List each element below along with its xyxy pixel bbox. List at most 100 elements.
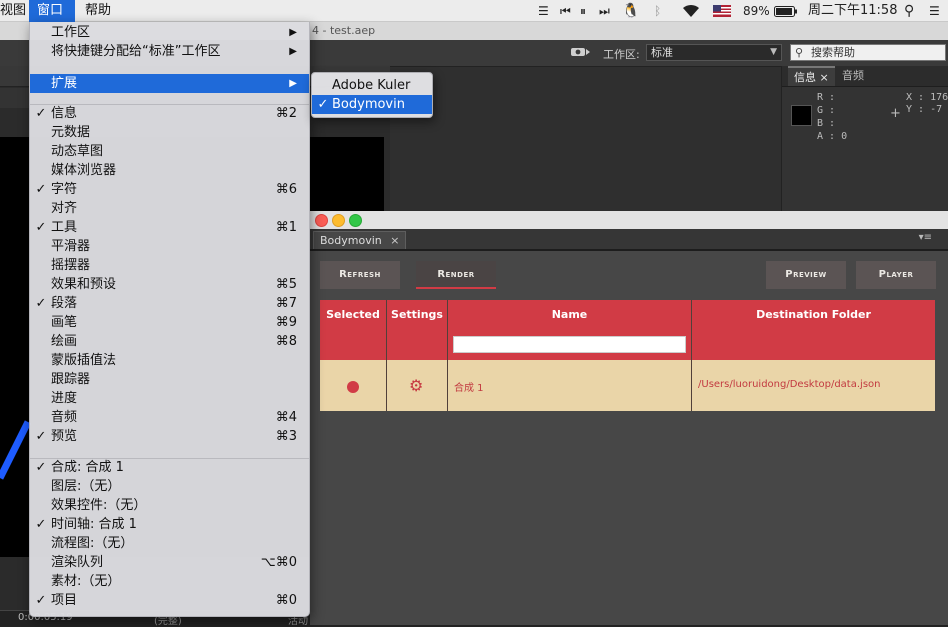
player-button[interactable]: Player bbox=[856, 261, 936, 289]
maximize-window-icon[interactable] bbox=[349, 214, 362, 227]
minimize-window-icon[interactable] bbox=[332, 214, 345, 227]
menu-item-label: 图层:（无） bbox=[51, 479, 121, 494]
menu-item-label: 动态草图 bbox=[51, 144, 104, 159]
menu-lines-icon[interactable]: ☰ bbox=[538, 0, 549, 22]
menu-item-29[interactable]: 渲染队列 ⌥⌘0 bbox=[30, 553, 309, 572]
search-icon[interactable]: ⚲ bbox=[904, 0, 914, 22]
panel-menu-icon[interactable]: ▾≡ bbox=[919, 232, 932, 243]
battery-icon[interactable] bbox=[774, 6, 798, 17]
menu-item-1[interactable]: 将快捷键分配给“标准”工作区 ▶ bbox=[30, 42, 309, 61]
menu-item-10[interactable]: 对齐 bbox=[30, 199, 309, 218]
menu-item-0[interactable]: 工作区 ▶ bbox=[30, 23, 309, 42]
menu-item-9[interactable]: ✓ 字符 ⌘6 bbox=[30, 180, 309, 199]
checkmark-icon: ✓ bbox=[35, 460, 47, 475]
selected-dot-icon[interactable] bbox=[347, 381, 359, 393]
menu-item-19[interactable]: 跟踪器 bbox=[30, 370, 309, 389]
menu-item-17[interactable]: 绘画 ⌘8 bbox=[30, 332, 309, 351]
pause-icon[interactable]: ⏸ bbox=[580, 0, 586, 22]
clock[interactable]: 周二下午11:58 bbox=[808, 0, 897, 22]
window-menu: 工作区 ▶ 将快捷键分配给“标准”工作区 ▶ 扩展 ▶ ✓ 信息 ⌘2 元数据 动态草图 媒体浏览器 ✓… bbox=[29, 22, 310, 617]
menu-item-18[interactable]: 蒙版插值法 bbox=[30, 351, 309, 370]
menu-item-label: 素材:（无） bbox=[51, 574, 121, 589]
menu-item-label: 音频 bbox=[51, 410, 78, 425]
submenu-item-adobe-kuler[interactable]: Adobe Kuler bbox=[312, 76, 432, 95]
info-x: X : 176 bbox=[906, 92, 948, 103]
menu-item-5[interactable]: ✓ 信息 ⌘2 bbox=[30, 104, 309, 123]
checkmark-icon: ✓ bbox=[35, 182, 47, 197]
tab-audio[interactable]: 音频 bbox=[836, 66, 870, 86]
workspace-select[interactable]: 标准 ▼ bbox=[646, 44, 782, 61]
menu-item-13[interactable]: 摇摆器 bbox=[30, 256, 309, 275]
menu-item-16[interactable]: 画笔 ⌘9 bbox=[30, 313, 309, 332]
menu-item-22[interactable]: ✓ 预览 ⌘3 bbox=[30, 427, 309, 446]
workspace-sync-icon[interactable] bbox=[570, 45, 592, 59]
checkmark-icon: ✓ bbox=[35, 517, 47, 532]
bluetooth-icon[interactable]: ᛒ bbox=[654, 0, 661, 22]
tab-bodymovin-label: Bodymovin bbox=[320, 234, 382, 247]
header-destination: Destination Folder bbox=[692, 300, 935, 360]
row-destination-cell[interactable]: /Users/luoruidong/Desktop/data.json bbox=[692, 360, 935, 411]
compositions-table: Selected Settings Name Destination Folde… bbox=[320, 300, 935, 411]
checkmark-icon: ✓ bbox=[35, 220, 47, 235]
menu-item-30[interactable]: 素材:（无） bbox=[30, 572, 309, 591]
menu-item-shortcut: ⌘6 bbox=[275, 182, 297, 197]
qq-icon[interactable]: 🐧 bbox=[622, 0, 639, 22]
menu-item-21[interactable]: 音频 ⌘4 bbox=[30, 408, 309, 427]
menu-item-14[interactable]: 效果和预设 ⌘5 bbox=[30, 275, 309, 294]
menu-item-24[interactable]: ✓ 合成: 合成 1 bbox=[30, 458, 309, 477]
menu-item-label: 摇摆器 bbox=[51, 258, 91, 273]
name-filter-input[interactable] bbox=[453, 336, 686, 353]
menu-item-shortcut: ⌘0 bbox=[275, 593, 297, 608]
menu-item-label: 工具 bbox=[51, 220, 78, 235]
menu-item-label: 流程图:（无） bbox=[51, 536, 134, 551]
wifi-icon[interactable] bbox=[681, 4, 701, 18]
submenu-item-label: Adobe Kuler bbox=[332, 78, 411, 93]
menu-item-label: 跟踪器 bbox=[51, 372, 91, 387]
row-settings-cell[interactable]: ⚙ bbox=[387, 360, 447, 411]
menu-item-label: 元数据 bbox=[51, 125, 91, 140]
menu-item-7[interactable]: 动态草图 bbox=[30, 142, 309, 161]
tab-info[interactable]: 信息 × bbox=[788, 66, 835, 86]
close-window-icon[interactable] bbox=[315, 214, 328, 227]
menu-item-12[interactable]: 平滑器 bbox=[30, 237, 309, 256]
settings-gear-icon[interactable]: ⚙ bbox=[409, 376, 423, 395]
menu-item-28[interactable]: 流程图:（无） bbox=[30, 534, 309, 553]
next-track-icon[interactable]: ⏭ bbox=[599, 0, 610, 22]
help-search-input[interactable]: ⚲ 搜索帮助 bbox=[790, 44, 946, 61]
preview-button[interactable]: Preview bbox=[766, 261, 846, 289]
list-icon[interactable]: ☰ bbox=[929, 0, 940, 22]
submenu-item-bodymovin[interactable]: ✓ Bodymovin bbox=[312, 95, 432, 114]
checkmark-icon: ✓ bbox=[35, 106, 47, 121]
tab-close-icon[interactable]: × bbox=[390, 234, 399, 247]
row-selected-cell[interactable] bbox=[320, 360, 386, 411]
help-search-placeholder: 搜索帮助 bbox=[811, 46, 855, 59]
menu-help[interactable]: 帮助 bbox=[77, 0, 119, 22]
tab-bodymovin[interactable]: Bodymovin × bbox=[313, 231, 407, 249]
menu-item-label: 工作区 bbox=[51, 25, 91, 40]
row-destination[interactable]: /Users/luoruidong/Desktop/data.json bbox=[698, 379, 880, 390]
menu-item-15[interactable]: ✓ 段落 ⌘7 bbox=[30, 294, 309, 313]
menu-item-20[interactable]: 进度 bbox=[30, 389, 309, 408]
menu-item-shortcut: ⌥⌘0 bbox=[260, 555, 297, 570]
menu-item-11[interactable]: ✓ 工具 ⌘1 bbox=[30, 218, 309, 237]
menu-item-31[interactable]: ✓ 项目 ⌘0 bbox=[30, 591, 309, 610]
menu-item-26[interactable]: 效果控件:（无） bbox=[30, 496, 309, 515]
menu-item-25[interactable]: 图层:（无） bbox=[30, 477, 309, 496]
menu-window[interactable]: 窗口 bbox=[29, 0, 75, 22]
us-flag-icon[interactable] bbox=[713, 5, 731, 17]
render-button[interactable]: Render bbox=[416, 261, 496, 289]
menu-item-6[interactable]: 元数据 bbox=[30, 123, 309, 142]
menu-item-3[interactable]: 扩展 ▶ bbox=[30, 74, 309, 93]
submenu-arrow-icon: ▶ bbox=[289, 78, 297, 89]
menu-item-8[interactable]: 媒体浏览器 bbox=[30, 161, 309, 180]
prev-track-icon[interactable]: ⏮ bbox=[560, 0, 571, 22]
checkmark-icon: ✓ bbox=[317, 97, 329, 112]
menu-item-label: 预览 bbox=[51, 429, 78, 444]
workspace-value: 标准 bbox=[651, 46, 673, 59]
column-divider bbox=[691, 300, 692, 411]
refresh-button[interactable]: Refresh bbox=[320, 261, 400, 289]
row-name-cell: 合成 1 bbox=[448, 360, 691, 411]
menu-item-27[interactable]: ✓ 时间轴: 合成 1 bbox=[30, 515, 309, 534]
battery-percent[interactable]: 89% bbox=[743, 0, 770, 22]
menu-item-shortcut: ⌘3 bbox=[275, 429, 297, 444]
